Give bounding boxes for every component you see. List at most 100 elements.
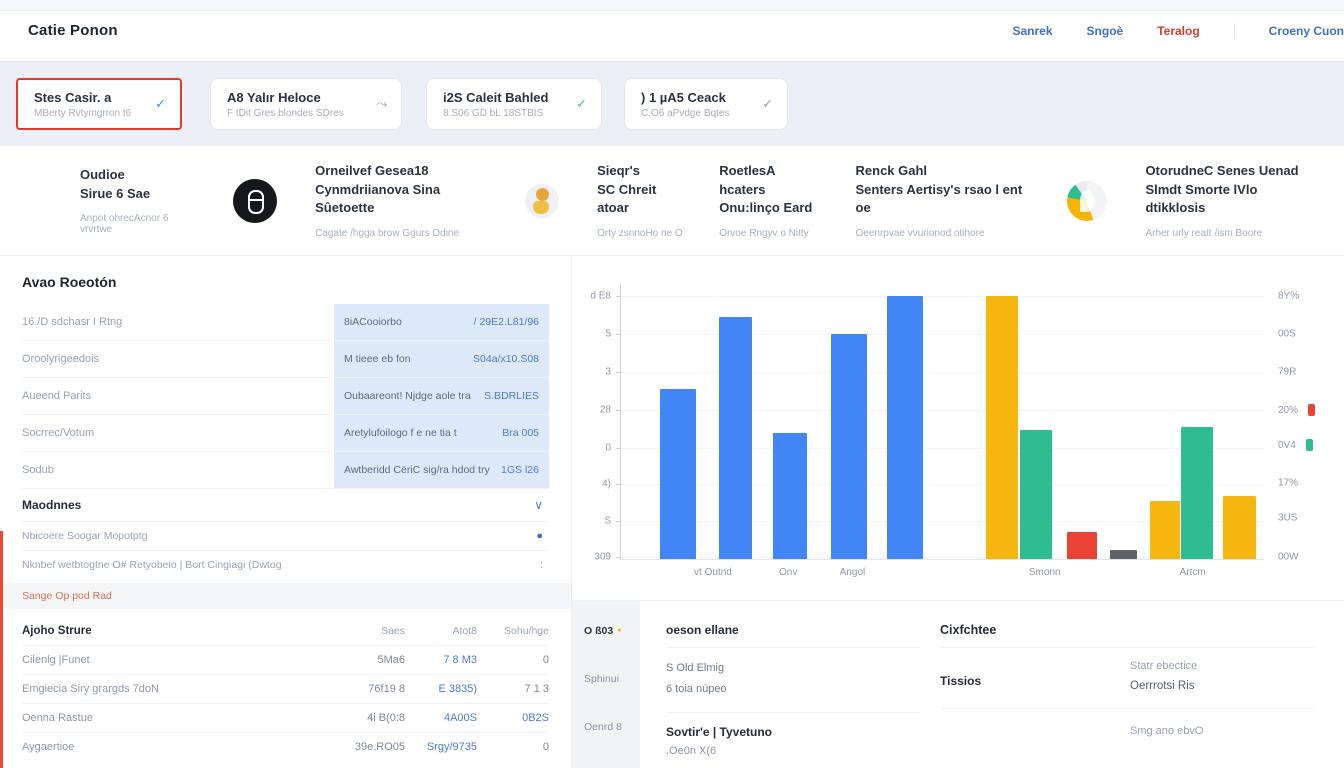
table-row[interactable]: Oenna Rastue4i B(0:84A00S0B2S <box>22 703 549 732</box>
y-axis-label: 5 <box>605 329 611 340</box>
chevron-down-icon[interactable]: ∨ <box>534 498 543 512</box>
group-title: oeson ellane <box>666 623 920 648</box>
rail-item-3[interactable]: Oenrd 8 <box>572 721 640 768</box>
alert-banner: Sange Op pod Rad <box>0 583 571 609</box>
nav-link-2[interactable]: Sngoè <box>1087 24 1124 38</box>
left-panel: Avao Roeotón 16./D sdchasr I Rtng8iACooi… <box>0 256 572 768</box>
feature-item-3: Sieqr'sSC Chreit atoarOrty zsnnoHo ne O <box>525 162 683 240</box>
left-accent-line <box>0 531 3 768</box>
table-cell: Emgiecia Siry grargds 7doN <box>22 683 333 695</box>
panel-row-label: Oroolyrigeedois <box>22 341 334 377</box>
chart-bar-9[interactable] <box>1110 550 1137 559</box>
panel-row-4: Socrrec/VotumAretylufoilogo f e ne tia t… <box>22 414 549 451</box>
bottom-right-row-label: Tissios <box>940 660 1130 692</box>
metric-card-2[interactable]: A8 Yalır HeloceF tDit Gres blondes SDres… <box>210 78 402 130</box>
chart-bar-10[interactable] <box>1150 501 1180 559</box>
panel-row-value-box[interactable]: Awtberidd CëriC sig/ra hdod try1GS l26 <box>334 452 549 488</box>
feature-title-line1: Sieqr's <box>597 162 683 181</box>
bottom-right-values: Statr ebectice Oerrrotsi Ris <box>1130 660 1197 692</box>
chart-bar-11[interactable] <box>1181 427 1213 559</box>
feature-title-line2: Sirue 6 Sae <box>80 185 197 204</box>
chart-bar-6[interactable] <box>986 296 1019 559</box>
check-icon: ✓ <box>576 96 587 112</box>
gridline <box>621 372 1264 373</box>
field-value: 1GS l26 <box>501 464 539 476</box>
metric-card-3[interactable]: i2S Caleit Bahled8.S06 GD bL 18STBIS✓ <box>426 78 602 130</box>
group-last-title: Sovtir'e | Tyvetuno <box>666 725 920 739</box>
nav-link-4[interactable]: Croeny Cuon <box>1269 24 1344 38</box>
feature-caption: Arher urly reatt /ism Boore <box>1145 228 1308 239</box>
field-value: / 29E2.L81/96 <box>474 316 539 328</box>
top-nav-links: Sanrek Sngoè Teralog Croeny Cuon <box>1013 23 1344 39</box>
chart-bar-2[interactable] <box>719 317 752 559</box>
chart-bar-3[interactable] <box>773 433 807 560</box>
toggle-row-1[interactable]: Nbicoere Soogar Mopotptg● <box>22 521 549 550</box>
rail-item-1[interactable]: O ß03 <box>572 625 640 673</box>
feature-caption: Oeenrpvae vvurionod otihore <box>856 228 1032 239</box>
toggle-row-2[interactable]: Nknbef wetbtogtne O# Retyobeio | Bort Ci… <box>22 550 549 579</box>
arrow-icon: ⤳ <box>377 96 387 112</box>
info-icon[interactable]: : <box>540 559 543 571</box>
rail-item-2[interactable]: Sphinui <box>572 673 640 721</box>
chart-bar-8[interactable] <box>1067 532 1098 559</box>
nav-link-3[interactable]: Teralog <box>1157 24 1199 38</box>
feature-caption: Orvoe Rngyv o Nitty <box>719 228 819 239</box>
gridline <box>621 410 1264 411</box>
x-axis-label: Angol <box>840 567 866 578</box>
chart-bar-4[interactable] <box>831 334 868 560</box>
chart-bar-1[interactable] <box>660 389 696 560</box>
field-value: Bra 005 <box>502 427 539 439</box>
right-axis-text: 3US <box>1278 513 1297 524</box>
panel-row-value-box[interactable]: M tieee eb fonS04a/x10.S08 <box>334 341 549 377</box>
value-top: Statr ebectice <box>1130 660 1197 672</box>
table-row[interactable]: Aygaertioe39e.RO05Srgy/97350 <box>22 732 549 761</box>
app-logo[interactable]: Catie Ponon <box>28 22 118 39</box>
toggle-rows: Nbicoere Soogar Mopotptg●Nknbef wetbtogt… <box>22 521 549 579</box>
field-value: S.BDRLIES <box>484 390 539 402</box>
panel-row-value-box[interactable]: Aretylufoilogo f e ne tia tBra 005 <box>334 415 549 451</box>
y-axis-tick <box>616 521 621 522</box>
top-navigation-bar: Catie Ponon Sanrek Sngoè Teralog Croeny Cuo… <box>0 0 1344 62</box>
metric-card-4[interactable]: ) 1 µA5 CeackC.O6 aPvdge Bqtes✓ <box>624 78 788 130</box>
feature-item-6: OtorudneC Senes UenadSlmdt Smorte lVlo d… <box>1067 162 1308 240</box>
table-header-4: Sohu/hge <box>477 625 549 637</box>
value-bottom: Oerrrotsi Ris <box>1130 680 1197 692</box>
metric-card-1[interactable]: Stes Casir. aMBerty Rvtymgrron t6✓ <box>16 78 182 130</box>
right-axis-text: 20% <box>1278 405 1298 416</box>
feature-title-line2: Cynmdriianova Sina Sûetoette <box>315 181 489 219</box>
panel-row-value-box[interactable]: 8iACooiorbo/ 29E2.L81/96 <box>334 304 549 340</box>
y-axis-tick <box>616 334 621 335</box>
expander-row[interactable]: Maodnnes ∨ <box>22 488 549 521</box>
y-axis-tick <box>616 296 621 297</box>
right-axis-text: 00S <box>1278 329 1296 340</box>
bottom-right-panel: Cixfchtee Tissios Statr ebectice Oerrrot… <box>930 601 1344 768</box>
group-lines: S Old Elmig6 toia núpeo <box>666 648 920 713</box>
chart-bar-5[interactable] <box>887 296 923 559</box>
card-subtitle: 8.S06 GD bL 18STBIS <box>443 108 548 119</box>
y-axis-label: d E8 <box>590 291 611 302</box>
chart-bar-7[interactable] <box>1020 430 1053 559</box>
table-header-3: Atot8 <box>405 625 477 637</box>
bottom-middle-panel: O ß03SphinuiOenrd 8 oeson ellane S Old E… <box>572 601 930 768</box>
chart-bar-12[interactable] <box>1223 496 1256 559</box>
bottom-middle-content: oeson ellane S Old Elmig6 toia núpeo Sov… <box>640 601 930 768</box>
feature-caption: Anpot ohrecAcnor 6 vrvrtwe <box>80 213 197 235</box>
table-cell: 4A00S <box>405 712 477 724</box>
table-row[interactable]: Emgiecia Siry grargds 7doN76f19 8E 3835)… <box>22 674 549 703</box>
x-axis-label: Smonn <box>1029 567 1061 578</box>
y-axis-label: S <box>604 516 611 527</box>
field-name: Oubaareont! Njdge aole tra <box>344 390 479 402</box>
table-row[interactable]: Cilenlg |Funet5Ma67 8 M30 <box>22 645 549 674</box>
blue-dot-icon[interactable]: ● <box>536 530 543 542</box>
card-subtitle: F tDit Gres blondes SDres <box>227 108 344 119</box>
group-line: S Old Elmig <box>666 658 920 679</box>
feature-text: OtorudneC Senes UenadSlmdt Smorte lVlo d… <box>1145 162 1308 240</box>
nav-link-1[interactable]: Sanrek <box>1013 24 1053 38</box>
main-content: Avao Roeotón 16./D sdchasr I Rtng8iACooi… <box>0 256 1344 768</box>
axis-marker <box>1308 404 1315 416</box>
nav-divider <box>1234 23 1235 39</box>
panel-row-label: Aueend Parits <box>22 378 334 414</box>
features-row: OudioeSirue 6 SaeAnpot ohrecAcnor 6 vrvr… <box>0 146 1344 256</box>
panel-row-value-box[interactable]: Oubaareont! Njdge aole tra S.BDRLIES <box>334 378 549 414</box>
card-title: ) 1 µA5 Ceack <box>641 90 729 105</box>
